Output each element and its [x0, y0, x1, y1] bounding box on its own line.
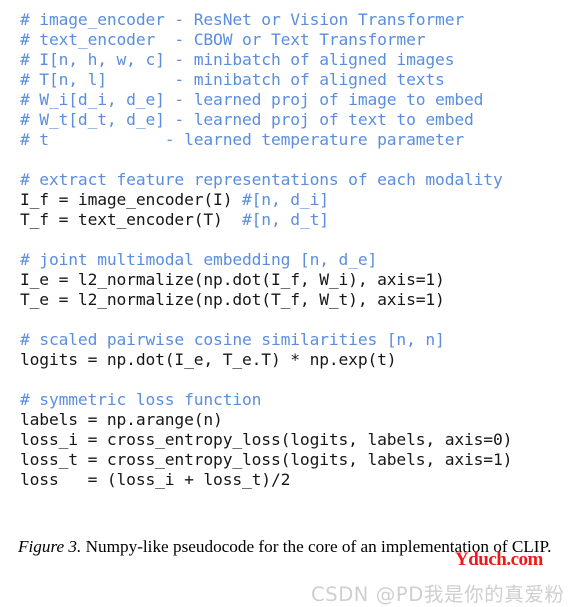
code-token: labels = np.arange(n): [20, 410, 223, 429]
code-line: # symmetric loss function: [20, 390, 573, 410]
code-line: # I[n, h, w, c] - minibatch of aligned i…: [20, 50, 573, 70]
code-line: # text_encoder - CBOW or Text Transforme…: [20, 30, 573, 50]
code-line: loss_t = cross_entropy_loss(logits, labe…: [20, 450, 573, 470]
code-line: # scaled pairwise cosine similarities [n…: [20, 330, 573, 350]
comment-token: # t - learned temperature parameter: [20, 130, 464, 149]
code-line: I_f = image_encoder(I) #[n, d_i]: [20, 190, 573, 210]
comment-token: # image_encoder - ResNet or Vision Trans…: [20, 10, 464, 29]
code-line: # image_encoder - ResNet or Vision Trans…: [20, 10, 573, 30]
code-line: logits = np.dot(I_e, T_e.T) * np.exp(t): [20, 350, 573, 370]
code-line: # W_t[d_t, d_e] - learned proj of text t…: [20, 110, 573, 130]
code-line: # T[n, l] - minibatch of aligned texts: [20, 70, 573, 90]
figure-label: Figure 3.: [18, 537, 82, 556]
code-token: loss = (loss_i + loss_t)/2: [20, 470, 291, 489]
comment-token: # T[n, l] - minibatch of aligned texts: [20, 70, 445, 89]
code-token: logits = np.dot(I_e, T_e.T) * np.exp(t): [20, 350, 397, 369]
code-line: # t - learned temperature parameter: [20, 130, 573, 150]
code-line: # W_i[d_i, d_e] - learned proj of image …: [20, 90, 573, 110]
code-token: T_f = text_encoder(T): [20, 210, 242, 229]
code-token: loss_i = cross_entropy_loss(logits, labe…: [20, 430, 513, 449]
code-line: loss_i = cross_entropy_loss(logits, labe…: [20, 430, 573, 450]
figure-caption: Figure 3. Numpy-like pseudocode for the …: [18, 533, 558, 560]
figure-caption-text: Numpy-like pseudocode for the core of an…: [81, 537, 552, 556]
comment-token: # symmetric loss function: [20, 390, 262, 409]
code-line: # extract feature representations of eac…: [20, 170, 573, 190]
code-token: I_f = image_encoder(I): [20, 190, 242, 209]
watermark-csdn: CSDN @PD我是你的真爱粉: [311, 583, 565, 606]
comment-token: # I[n, h, w, c] - minibatch of aligned i…: [20, 50, 455, 69]
code-line: labels = np.arange(n): [20, 410, 573, 430]
code-line: I_e = l2_normalize(np.dot(I_f, W_i), axi…: [20, 270, 573, 290]
pseudocode-block: # image_encoder - ResNet or Vision Trans…: [20, 10, 573, 490]
comment-token: # W_t[d_t, d_e] - learned proj of text t…: [20, 110, 474, 129]
comment-token: #[n, d_t]: [242, 210, 329, 229]
code-token: T_e = l2_normalize(np.dot(T_f, W_t), axi…: [20, 290, 445, 309]
code-line: loss = (loss_i + loss_t)/2: [20, 470, 573, 490]
code-line: T_e = l2_normalize(np.dot(T_f, W_t), axi…: [20, 290, 573, 310]
code-line: # joint multimodal embedding [n, d_e]: [20, 250, 573, 270]
comment-token: # extract feature representations of eac…: [20, 170, 503, 189]
code-line: T_f = text_encoder(T) #[n, d_t]: [20, 210, 573, 230]
comment-token: # scaled pairwise cosine similarities [n…: [20, 330, 445, 349]
code-token: I_e = l2_normalize(np.dot(I_f, W_i), axi…: [20, 270, 445, 289]
comment-token: #[n, d_i]: [242, 190, 329, 209]
comment-token: # W_i[d_i, d_e] - learned proj of image …: [20, 90, 484, 109]
code-token: loss_t = cross_entropy_loss(logits, labe…: [20, 450, 513, 469]
comment-token: # joint multimodal embedding [n, d_e]: [20, 250, 378, 269]
comment-token: # text_encoder - CBOW or Text Transforme…: [20, 30, 426, 49]
